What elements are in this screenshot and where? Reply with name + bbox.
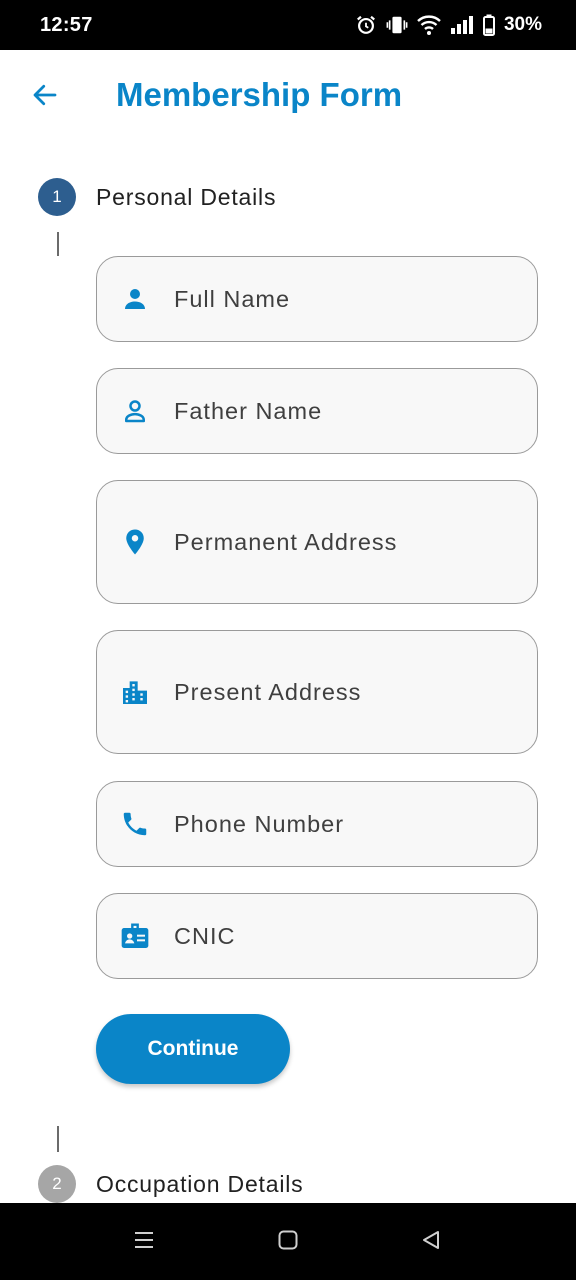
phone-number-field[interactable]: Phone Number: [96, 781, 538, 867]
present-address-field[interactable]: Present Address: [96, 630, 538, 754]
step-1-label: Personal Details: [96, 183, 277, 210]
phone-number-label: Phone Number: [174, 810, 345, 837]
person-outline-icon: [117, 393, 153, 429]
back-button[interactable]: [28, 80, 62, 114]
location-pin-icon: [117, 524, 153, 560]
step-2-indicator: 2: [38, 1165, 76, 1203]
step-connector-bottom: [57, 1126, 59, 1152]
recents-button[interactable]: [129, 1227, 159, 1257]
back-triangle-icon: [420, 1229, 442, 1256]
app-bar: Membership Form: [0, 50, 576, 142]
battery-percentage: 30%: [503, 14, 542, 35]
building-icon: [117, 674, 153, 710]
wifi-icon: [417, 14, 441, 36]
full-name-field[interactable]: Full Name: [96, 256, 538, 342]
signal-icon: [450, 15, 474, 35]
cnic-field[interactable]: CNIC: [96, 893, 538, 979]
id-badge-icon: [117, 918, 153, 954]
person-icon: [117, 281, 153, 317]
step-2-header[interactable]: 2 Occupation Details: [38, 1165, 303, 1203]
status-icons: 30%: [355, 14, 542, 36]
father-name-label: Father Name: [174, 397, 323, 424]
present-address-label: Present Address: [174, 678, 362, 705]
father-name-field[interactable]: Father Name: [96, 368, 538, 454]
nav-back-button[interactable]: [416, 1227, 446, 1257]
status-bar: 12:57 30%: [0, 0, 576, 50]
step-1-header[interactable]: 1 Personal Details: [38, 178, 276, 216]
recents-menu-icon: [132, 1229, 156, 1256]
status-time: 12:57: [40, 13, 93, 36]
step-1-indicator: 1: [38, 178, 76, 216]
step-2-label: Occupation Details: [96, 1170, 304, 1197]
permanent-address-field[interactable]: Permanent Address: [96, 480, 538, 604]
continue-button[interactable]: Continue: [96, 1014, 290, 1084]
step-connector-top: [57, 232, 59, 256]
phone-icon: [117, 806, 153, 842]
full-name-label: Full Name: [174, 285, 291, 312]
vibrate-icon: [386, 14, 408, 36]
alarm-icon: [355, 14, 377, 36]
home-button[interactable]: [273, 1227, 303, 1257]
system-nav-bar: [0, 1203, 576, 1280]
permanent-address-label: Permanent Address: [174, 528, 398, 555]
arrow-back-icon: [30, 80, 60, 115]
page-title: Membership Form: [116, 76, 403, 113]
home-square-icon: [277, 1229, 299, 1256]
cnic-label: CNIC: [174, 922, 236, 949]
battery-icon: [482, 14, 495, 36]
